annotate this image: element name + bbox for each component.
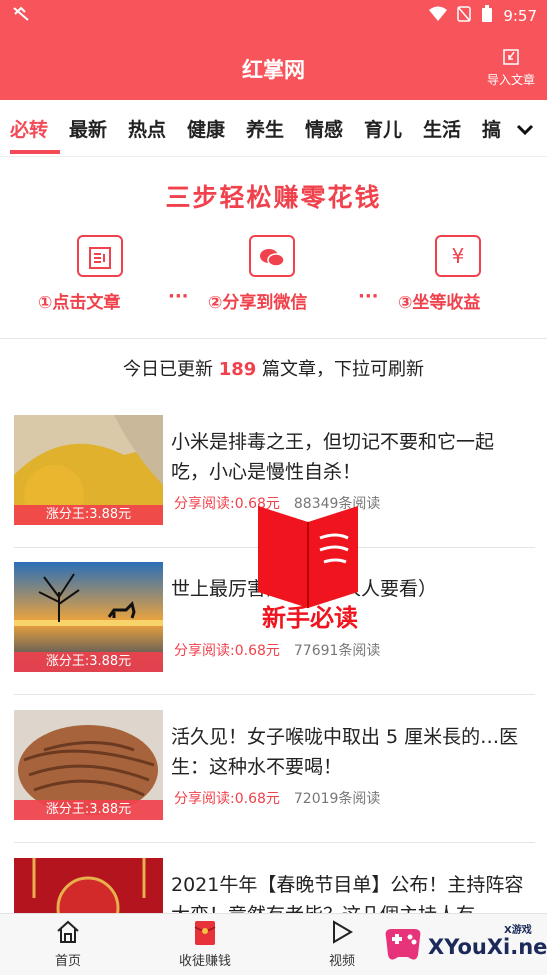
share-reward: 分享阅读:0.68元: [174, 791, 280, 807]
tab-funny[interactable]: 搞: [482, 115, 501, 142]
step-separator: ···: [358, 286, 379, 307]
nav-recruit[interactable]: 收徒赚钱: [165, 920, 245, 969]
watermark-text: XYouXi.net: [428, 935, 547, 959]
tab-life[interactable]: 生活: [423, 115, 461, 142]
article-icon: [77, 235, 123, 277]
no-sim-icon: [457, 6, 472, 26]
tab-emotion[interactable]: 情感: [305, 115, 343, 142]
wechat-icon: [249, 235, 295, 277]
badge-earn: 涨分王:3.88元: [14, 505, 163, 525]
status-bar: 9:57: [0, 0, 547, 30]
battery-icon: [481, 5, 493, 27]
yuan-icon: ¥: [435, 235, 481, 277]
share-reward: 分享阅读:0.68元: [174, 643, 280, 659]
earn-banner[interactable]: 三步轻松赚零花钱 ¥ ①点击文章 ··· ②分享到微信 ··· ③坐等收益: [0, 158, 547, 339]
step-2-label: ②分享到微信: [208, 293, 308, 313]
red-envelope-icon: [165, 920, 245, 950]
step-3-label: ③坐等收益: [398, 293, 481, 313]
read-count: 72019条阅读: [293, 791, 381, 807]
notification-icon: [12, 5, 30, 27]
wifi-icon: [429, 6, 448, 26]
tab-hot[interactable]: 热点: [128, 115, 166, 142]
beginner-guide-button[interactable]: 新手必读: [248, 500, 373, 635]
home-icon: [28, 920, 108, 950]
active-tab-indicator: [10, 150, 60, 154]
article-item[interactable]: 2021牛年【春晚节目单】公布！主持阵容大变！竟然有老毕？这几個主持人有: [0, 858, 547, 913]
category-tabs: 必转 最新 热点 健康 养生 情感 育儿 生活 搞: [0, 100, 547, 157]
update-notice: 今日已更新 189 篇文章，下拉可刷新: [122, 359, 425, 380]
article-title: 活久见！女子喉咙中取出 5 厘米長的…医生：这种水不要喝！: [171, 726, 519, 778]
app-title: 红掌网: [242, 58, 305, 82]
step-1-label: ①点击文章: [38, 293, 121, 313]
article-item[interactable]: 涨分王:3.88元 活久见！女子喉咙中取出 5 厘米長的…医生：这种水不要喝！ …: [0, 710, 547, 856]
watermark-small-text: X游戏: [504, 925, 532, 936]
app-header: 红掌网 导入文章: [0, 30, 547, 100]
article-thumbnail: 涨分王:3.88元: [14, 710, 163, 820]
chevron-down-icon[interactable]: [503, 100, 547, 156]
article-thumbnail: 涨分王:3.88元: [14, 562, 163, 672]
step-separator: ···: [168, 286, 189, 307]
import-article-button[interactable]: 导入文章: [487, 48, 535, 88]
divider: [14, 694, 535, 695]
tab-health[interactable]: 健康: [187, 115, 225, 142]
tab-latest[interactable]: 最新: [69, 115, 107, 142]
nav-home[interactable]: 首页: [28, 920, 108, 969]
divider: [14, 842, 535, 843]
tab-parenting[interactable]: 育儿: [364, 115, 402, 142]
banner-headline: 三步轻松赚零花钱: [165, 183, 382, 212]
update-count: 189: [218, 359, 257, 380]
article-title: 小米是排毒之王，但切记不要和它一起吃，小心是慢性自杀！: [171, 431, 495, 483]
status-time: 9:57: [503, 7, 537, 25]
article-title: 2021牛年【春晚节目单】公布！主持阵容大变！竟然有老毕？这几個主持人有: [171, 874, 524, 913]
tab-wellness[interactable]: 养生: [246, 115, 284, 142]
beginner-guide-label: 新手必读: [262, 604, 358, 632]
nav-video[interactable]: 视频: [302, 920, 382, 969]
play-icon: [302, 920, 382, 950]
article-thumbnail: 涨分王:3.88元: [14, 415, 163, 525]
gamepad-logo-icon: [385, 929, 421, 960]
import-label: 导入文章: [486, 73, 535, 87]
article-thumbnail: [14, 858, 163, 913]
tab-bizhuan[interactable]: 必转: [10, 115, 48, 142]
badge-earn: 涨分王:3.88元: [14, 652, 163, 672]
badge-earn: 涨分王:3.88元: [14, 800, 163, 820]
read-count: 77691条阅读: [293, 643, 381, 659]
site-watermark: X游戏 XYouXi.net: [378, 913, 547, 974]
import-icon: [487, 48, 535, 71]
